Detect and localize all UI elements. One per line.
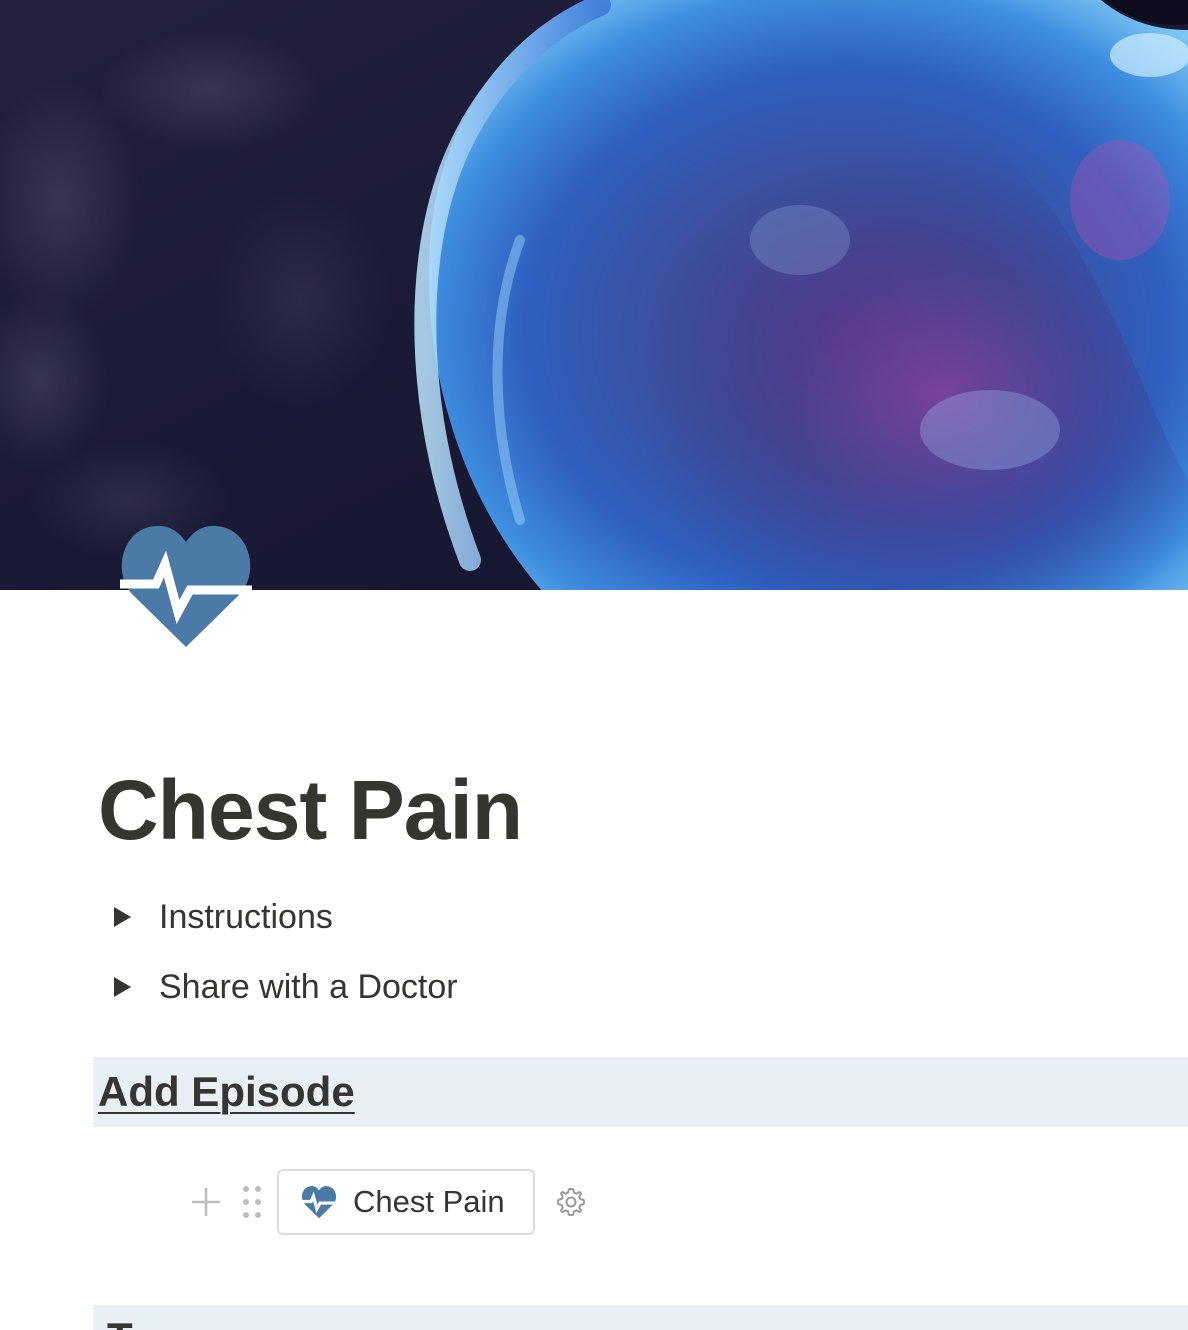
- heartbeat-icon[interactable]: [120, 522, 252, 650]
- plus-icon[interactable]: [186, 1182, 226, 1222]
- template-button-label: Chest Pain: [353, 1184, 505, 1219]
- triangle-right-icon[interactable]: [100, 965, 144, 1009]
- page-title[interactable]: Chest Pain: [98, 764, 523, 856]
- toggle-share-with-doctor[interactable]: Share with a Doctor: [100, 965, 458, 1009]
- toggle-label: Share with a Doctor: [159, 968, 458, 1006]
- cover-image[interactable]: [0, 0, 1188, 590]
- add-episode-link[interactable]: Add Episode: [98, 1067, 355, 1117]
- triangle-right-icon[interactable]: [100, 895, 144, 939]
- page: Chest Pain Instructions Share with a Doc…: [0, 0, 1188, 1330]
- drag-handle-icon[interactable]: [232, 1182, 272, 1222]
- chest-pain-template-button[interactable]: Chest Pain: [277, 1169, 535, 1235]
- heartbeat-icon: [301, 1185, 337, 1219]
- gear-icon[interactable]: [553, 1184, 589, 1220]
- section-heading[interactable]: T: [107, 1313, 133, 1330]
- add-episode-section: Add Episode: [93, 1057, 1188, 1127]
- template-button-block: Chest Pain: [186, 1166, 589, 1238]
- toggle-label: Instructions: [159, 898, 333, 936]
- toggle-instructions[interactable]: Instructions: [100, 895, 333, 939]
- next-section: T: [93, 1305, 1188, 1330]
